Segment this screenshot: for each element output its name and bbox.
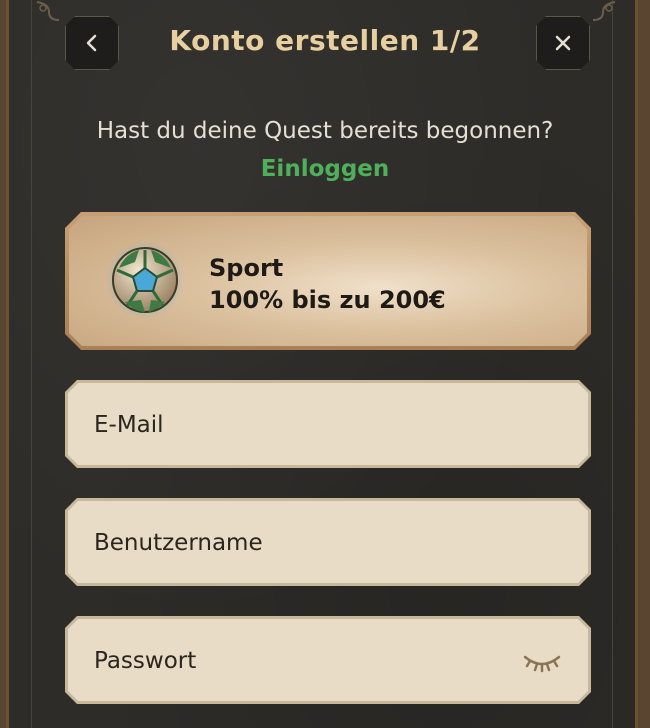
sport-bonus-card-inner: Sport 100% bis zu 200€: [69, 216, 587, 346]
login-link[interactable]: Einloggen: [9, 156, 641, 182]
email-field-background: [68, 383, 588, 465]
promo-title: Sport: [209, 254, 284, 282]
password-field-frame: [65, 616, 591, 704]
soccer-ball-icon: [105, 240, 185, 320]
email-field-frame: [65, 380, 591, 468]
ornament-icon: [36, 1, 60, 21]
promo-subtitle: 100% bis zu 200€: [209, 286, 446, 314]
eye-closed-icon[interactable]: [522, 649, 562, 673]
registration-panel: Konto erstellen 1/2 Hast du deine Quest …: [6, 0, 638, 728]
username-field-frame: [65, 498, 591, 586]
password-field-background: [68, 619, 588, 701]
close-button[interactable]: [536, 16, 590, 70]
ornament-icon: [592, 1, 616, 21]
email-field[interactable]: [92, 383, 516, 467]
close-icon: [552, 32, 574, 54]
login-prompt-text: Hast du deine Quest bereits begonnen?: [96, 118, 554, 144]
password-field[interactable]: [92, 619, 516, 703]
sport-bonus-card[interactable]: Sport 100% bis zu 200€: [65, 212, 591, 350]
username-field-background: [68, 501, 588, 583]
username-field[interactable]: [92, 501, 516, 585]
